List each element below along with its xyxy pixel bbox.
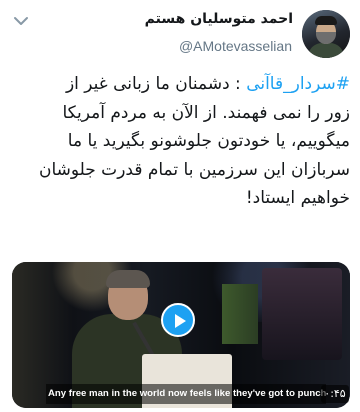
author-handle[interactable]: @AMotevasselian	[179, 38, 292, 54]
background-poster	[262, 268, 342, 360]
play-icon	[175, 314, 186, 328]
hashtag-link[interactable]: #سردار_قاآنی	[246, 74, 350, 94]
author-display-name[interactable]: احمد متوسلیان هستم	[145, 11, 293, 27]
tweet-line-3: میگوییم، یا خودتون جلوشونو بگیرید یا ما	[67, 131, 350, 151]
tweet-line-5: خواهیم ایستاد!	[245, 188, 350, 208]
speaker-hair	[106, 270, 150, 288]
tweet-line-1-text: : دشمنان ما زبانی غیر از	[65, 74, 247, 94]
video-caption: Any free man in the world now feels like…	[46, 384, 326, 404]
background-flag	[222, 284, 258, 344]
chevron-down-icon[interactable]	[12, 12, 30, 30]
tweet-line-4: سربازان این سرزمین با تمام قدرت جلوشان	[38, 159, 350, 180]
tweet-text: #سردار_قاآنی : دشمنان ما زبانی غیر از زو…	[10, 70, 350, 213]
avatar[interactable]	[302, 10, 350, 58]
tweet-line-1: #سردار_قاآنی : دشمنان ما زبانی غیر از	[10, 70, 350, 99]
play-button[interactable]	[161, 303, 195, 337]
video-duration: ۰:۴۵	[321, 385, 349, 403]
tweet-line-2: زور را نمی فهمند. از الآن به مردم آمریکا	[62, 102, 350, 123]
avatar-cap	[315, 16, 337, 25]
tweet-header: احمد متوسلیان هستم @AMotevasselian	[0, 0, 360, 70]
avatar-body	[308, 43, 344, 58]
